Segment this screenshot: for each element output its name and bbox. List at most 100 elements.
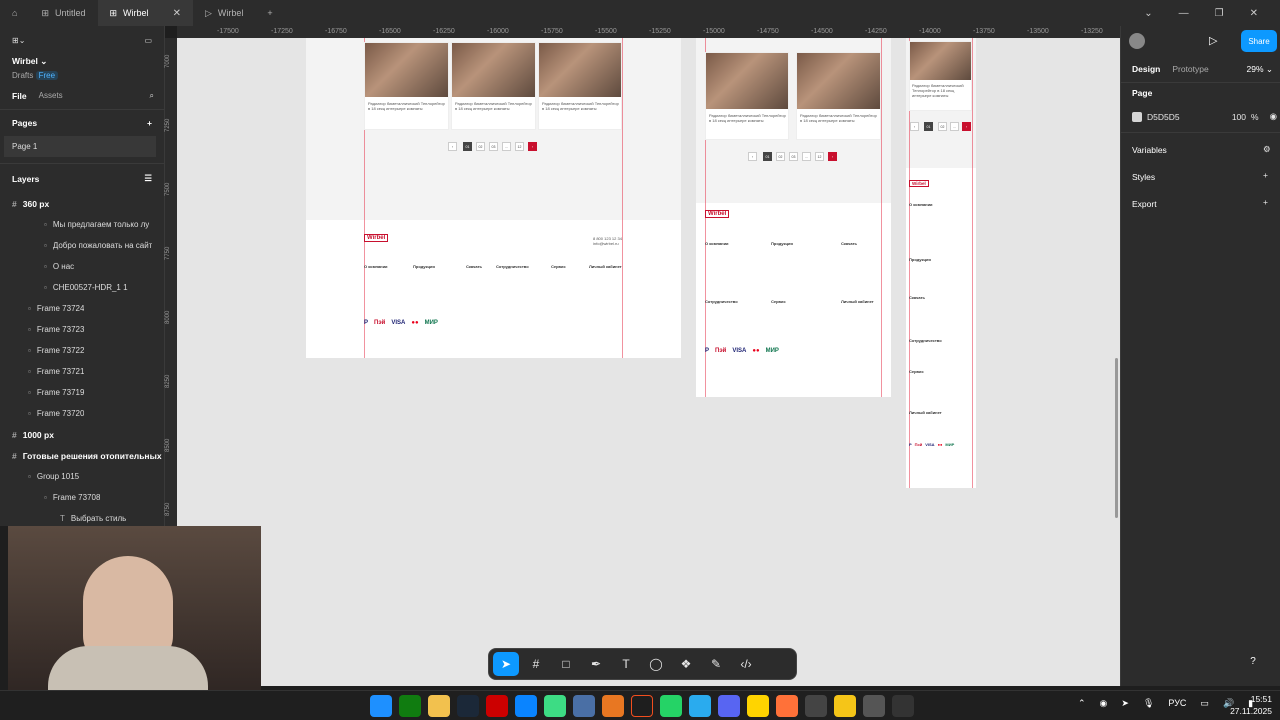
firefox-icon[interactable] — [775, 694, 798, 717]
main-menu-icon[interactable]: ⊞⌄ — [12, 36, 25, 45]
play-icon[interactable]: ▷ — [1209, 34, 1217, 47]
components-tool[interactable]: ❖ — [673, 652, 699, 676]
xbox-icon[interactable] — [398, 694, 421, 717]
styles-section[interactable]: Styles — [1132, 172, 1155, 182]
product-card[interactable]: Радиатор биметаллический Теплорейтор в 1… — [451, 42, 536, 130]
mic-icon[interactable]: 🎙 — [1143, 698, 1154, 709]
close-window-button[interactable]: ✕ — [1250, 8, 1258, 19]
layer-item[interactable]: # 1000 px — [0, 424, 164, 445]
pagination-page[interactable]: 01 — [463, 142, 472, 151]
app-icon[interactable] — [833, 694, 856, 717]
tab-wirbel-active[interactable]: ⊞ Wirbel ✕ — [97, 0, 193, 26]
variables-section[interactable]: Variables — [1132, 145, 1167, 155]
layer-item[interactable]: ▫ Frame 73724 — [0, 298, 164, 319]
pagination-page[interactable]: 02 — [938, 122, 947, 131]
layer-item[interactable]: ▫ Frame 73722 — [0, 340, 164, 361]
search-icon[interactable]: ⌕ — [150, 91, 154, 101]
pagination-next[interactable]: › — [828, 152, 837, 161]
text-tool[interactable]: T — [613, 652, 639, 676]
steam-icon[interactable] — [456, 694, 479, 717]
pagination-page[interactable]: 02 — [476, 142, 485, 151]
comment-tool[interactable]: ◯ — [643, 652, 669, 676]
variables-icon[interactable]: ⚙ — [1263, 144, 1271, 155]
whatsapp-icon[interactable] — [659, 694, 682, 717]
edge-icon[interactable] — [514, 694, 537, 717]
minimize-button[interactable]: — — [1179, 8, 1189, 19]
eye-icon[interactable]: ◉ — [1270, 111, 1277, 122]
share-button[interactable]: Share — [1241, 30, 1277, 52]
product-card[interactable]: Радиатор биметаллический Теплорейтор в 1… — [796, 52, 881, 140]
product-card[interactable]: Радиатор биметаллический Теплорейтор в 1… — [909, 41, 972, 111]
telegram-icon[interactable] — [688, 694, 711, 717]
settings-icon[interactable] — [862, 694, 885, 717]
shape-tool[interactable]: □ — [553, 652, 579, 676]
blender-icon[interactable] — [601, 694, 624, 717]
layer-item[interactable]: ▫ О нас — [0, 256, 164, 277]
pagination-page[interactable]: 03 — [489, 142, 498, 151]
tab-file[interactable]: File — [12, 91, 27, 101]
layer-item[interactable]: ▫ Frame 73708 — [0, 487, 164, 508]
pagination-prev[interactable]: ‹ — [910, 122, 919, 131]
pen-tool[interactable]: ✒ — [583, 652, 609, 676]
discord-icon[interactable] — [717, 694, 740, 717]
app-icon[interactable] — [804, 694, 827, 717]
page-color-value[interactable]: D5D5D5 — [1147, 112, 1180, 122]
frame-tablet[interactable]: Радиатор биметаллический Теплорейтор в 1… — [696, 38, 891, 397]
obs-icon[interactable] — [891, 694, 914, 717]
layer-item[interactable]: ▫ Frame 73723 — [0, 319, 164, 340]
frame-tool[interactable]: # — [523, 652, 549, 676]
frame-desktop[interactable]: Радиатор биметаллический Теплорейтор в 1… — [306, 38, 681, 358]
pagination-page[interactable]: 01 — [924, 122, 933, 131]
figma-icon[interactable] — [630, 694, 653, 717]
product-card[interactable]: Радиатор биметаллический Теплорейтор в 1… — [538, 42, 622, 130]
new-tab-button[interactable]: + — [255, 0, 284, 26]
pagination-page[interactable]: 03 — [789, 152, 798, 161]
layer-item[interactable]: # 360 px — [0, 193, 164, 214]
layer-item[interactable]: ▫ Мы предлагаем только лу — [0, 214, 164, 235]
layer-item[interactable]: ▫ Добро пожаловать на сайт — [0, 235, 164, 256]
start-icon[interactable] — [369, 694, 392, 717]
monitor-icon[interactable]: ▭ — [1200, 698, 1209, 709]
tab-prototype[interactable]: Prototype — [1172, 64, 1208, 74]
app-tray-icon[interactable]: ◉ — [1100, 698, 1108, 709]
tab-wirbel-prototype[interactable]: ▷ Wirbel — [193, 0, 255, 26]
canvas-scrollbar[interactable] — [1115, 358, 1118, 518]
pagination-page[interactable]: 02 — [776, 152, 785, 161]
tab-untitled[interactable]: ⊞ Untitled — [29, 0, 97, 26]
list-icon[interactable]: ☰ — [144, 173, 152, 184]
folder-icon[interactable] — [427, 694, 450, 717]
sidebar-toggle-icon[interactable]: ▭ — [144, 36, 152, 45]
add-page-icon[interactable]: + — [147, 118, 152, 128]
user-avatar[interactable] — [1129, 33, 1145, 49]
color-swatch[interactable] — [1132, 111, 1142, 122]
zoom-level[interactable]: 29% ⌄ — [1247, 64, 1274, 75]
send-icon[interactable]: ➤ — [1121, 698, 1129, 709]
page-item-page-1[interactable]: Page 1 — [4, 136, 156, 157]
add-export-icon[interactable]: + — [1263, 197, 1268, 207]
pagination-prev[interactable]: ‹ — [748, 152, 757, 161]
pagination-next[interactable]: › — [528, 142, 537, 151]
layer-item[interactable]: ▫ Frame 73721 — [0, 361, 164, 382]
layer-item[interactable]: ▫ CHE00527-HDR_1 1 — [0, 277, 164, 298]
pagination-page[interactable]: 01 — [763, 152, 772, 161]
layer-item[interactable]: ▫ Group 1015 — [0, 466, 164, 487]
export-section[interactable]: Export — [1132, 199, 1157, 209]
add-style-icon[interactable]: + — [1263, 170, 1268, 180]
product-card[interactable]: Радиатор биметаллический Теплорейтор в 1… — [364, 42, 449, 130]
pagination-page[interactable]: 12 — [515, 142, 524, 151]
layer-item[interactable]: ▫ Frame 73719 — [0, 382, 164, 403]
chevron-down-icon[interactable]: ⌄ — [1144, 8, 1152, 19]
tab-design[interactable]: Design — [1132, 64, 1160, 74]
close-icon[interactable]: ✕ — [173, 8, 181, 19]
draw-tool[interactable]: ✎ — [703, 652, 729, 676]
pagination-next[interactable]: › — [962, 122, 971, 131]
chevron-up-icon[interactable]: ⌃ — [1078, 698, 1086, 709]
language-indicator[interactable]: РУС — [1168, 698, 1186, 709]
maximize-button[interactable]: ❐ — [1215, 8, 1224, 19]
app-a-icon[interactable] — [543, 694, 566, 717]
page-opacity[interactable]: 100 — [1232, 112, 1246, 122]
frame-mobile[interactable]: Радиатор биметаллический Теплорейтор в 1… — [906, 38, 976, 488]
app-icon[interactable] — [572, 694, 595, 717]
move-tool[interactable]: ➤ — [493, 652, 519, 676]
home-tab[interactable]: ⌂ — [0, 0, 29, 26]
